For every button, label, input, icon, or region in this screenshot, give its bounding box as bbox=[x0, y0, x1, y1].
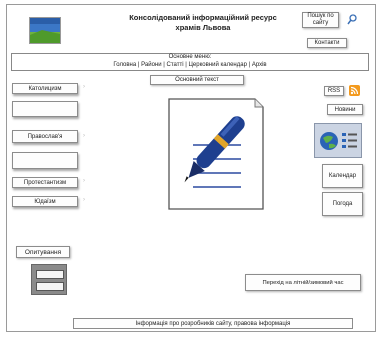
sidebar-item-judaism[interactable]: Юдаїзм bbox=[12, 196, 78, 207]
globe-list-icon bbox=[320, 132, 357, 150]
sidebar-item-judaism-label: Юдаїзм bbox=[34, 198, 56, 205]
sidebar-item-catholicism-label: Католицизм bbox=[28, 85, 62, 92]
protestantism-arrow-icon: › bbox=[83, 178, 85, 184]
sidebar-item-orthodoxy-label: Православ'я bbox=[27, 133, 63, 140]
calendar-button-label: Календар bbox=[328, 173, 357, 179]
contacts-button-label: Контакти bbox=[314, 40, 340, 46]
menu-item-archive[interactable]: Архів bbox=[252, 62, 267, 68]
site-title-line2: храмів Львова bbox=[175, 23, 231, 33]
search-icon[interactable] bbox=[347, 14, 357, 26]
poll-button-label: Опитування bbox=[24, 248, 62, 256]
time-switch-button[interactable]: Перехід на літній/зимовий час bbox=[245, 274, 361, 291]
sidebar-item-blank-1[interactable] bbox=[12, 101, 78, 117]
contacts-button[interactable]: Контакти bbox=[307, 38, 347, 48]
menu-item-districts[interactable]: Райони bbox=[141, 62, 162, 68]
news-button[interactable]: Новини bbox=[327, 104, 363, 115]
rss-button-label: RSS bbox=[327, 88, 341, 94]
orthodoxy-arrow-icon: › bbox=[83, 133, 85, 139]
footer-info-label: Інформація про розробників сайту, правов… bbox=[135, 320, 291, 327]
poll-widget[interactable] bbox=[31, 264, 67, 295]
main-menu-heading: Основне меню: bbox=[168, 54, 212, 60]
sidebar-item-catholicism[interactable]: Католицизм bbox=[12, 83, 78, 94]
menu-item-church-calendar[interactable]: Церковний календар bbox=[188, 62, 246, 68]
weather-button-label: Погода bbox=[332, 201, 353, 207]
footer-info[interactable]: Інформація про розробників сайту, правов… bbox=[73, 318, 353, 329]
judaism-arrow-icon: › bbox=[83, 197, 85, 203]
logo-landscape-icon bbox=[30, 18, 60, 43]
poll-option-2[interactable] bbox=[36, 282, 64, 291]
weather-button[interactable]: Погода bbox=[322, 192, 363, 216]
document-pen-icon bbox=[168, 98, 264, 210]
main-menu-items: Головна | Райони | Статті | Церковний ка… bbox=[113, 61, 267, 68]
time-switch-label: Перехід на літній/зимовий час bbox=[262, 279, 344, 286]
rss-button[interactable]: RSS bbox=[324, 86, 344, 96]
calendar-button[interactable]: Календар bbox=[322, 164, 363, 188]
main-content-heading: Основний текст bbox=[150, 75, 244, 85]
main-menu: Основне меню: Головна | Райони | Статті … bbox=[11, 53, 369, 71]
page: Консолідований інформаційний ресурс храм… bbox=[6, 4, 376, 332]
search-button-label: Пошук по сайту bbox=[307, 13, 334, 26]
menu-item-home[interactable]: Головна bbox=[113, 62, 136, 68]
sidebar-item-blank-2[interactable] bbox=[12, 152, 78, 169]
catholicism-arrow-icon: › bbox=[83, 84, 85, 90]
main-content-heading-label: Основний текст bbox=[175, 77, 219, 83]
rss-icon[interactable] bbox=[349, 85, 360, 96]
sidebar-item-orthodoxy[interactable]: Православ'я bbox=[12, 130, 78, 143]
site-logo[interactable] bbox=[29, 17, 61, 44]
sidebar-item-protestantism[interactable]: Протестантизм bbox=[12, 177, 78, 188]
poll-option-1[interactable] bbox=[36, 270, 64, 279]
poll-button[interactable]: Опитування bbox=[16, 246, 70, 258]
site-title-line1: Консолідований інформаційний ресурс bbox=[129, 13, 277, 22]
sidebar-item-protestantism-label: Протестантизм bbox=[23, 179, 67, 186]
news-button-label: Новини bbox=[334, 106, 356, 113]
search-button[interactable]: Пошук по сайту bbox=[302, 12, 339, 28]
menu-item-articles[interactable]: Статті bbox=[167, 62, 184, 68]
calendar-widget-image[interactable] bbox=[314, 123, 362, 158]
site-title: Консолідований інформаційний ресурс храм… bbox=[103, 13, 303, 33]
